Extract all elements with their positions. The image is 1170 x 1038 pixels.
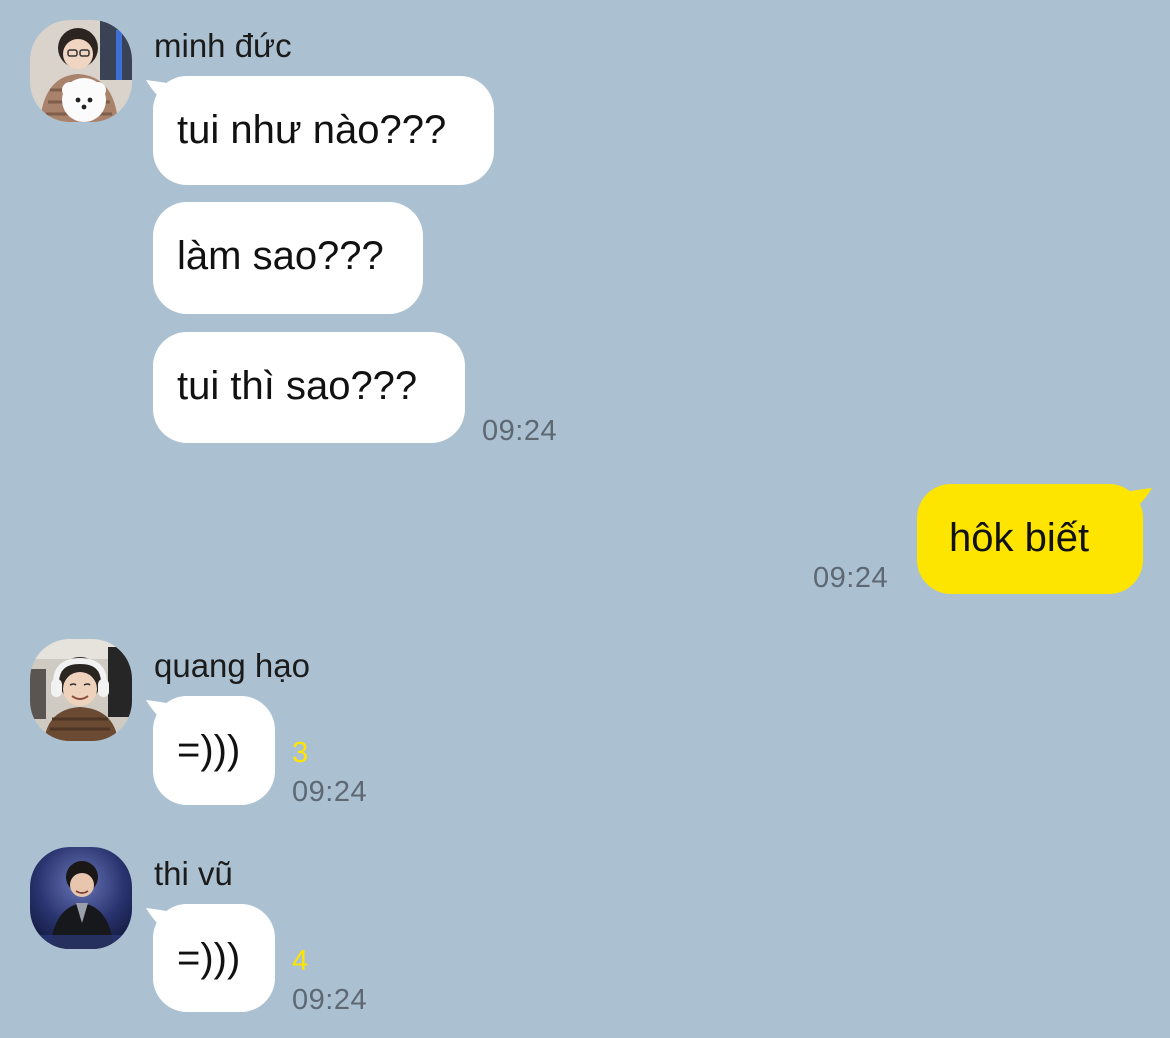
timestamp: 09:24 <box>292 776 368 808</box>
unread-count: 3 <box>292 737 309 769</box>
timestamp: 09:24 <box>813 562 889 594</box>
timestamp: 09:24 <box>292 984 368 1016</box>
sender-name: thi vũ <box>154 855 233 892</box>
sender-name: minh đức <box>154 27 292 64</box>
my-message-bubble[interactable]: hôk biết <box>917 484 1143 594</box>
sender-name: quang hạo <box>154 647 310 684</box>
message-bubble[interactable]: tui như nào??? <box>153 76 494 185</box>
user-photo-icon <box>30 20 132 122</box>
unread-count: 4 <box>292 945 309 977</box>
avatar-minh-duc[interactable] <box>30 20 132 122</box>
bubble-tail <box>1126 488 1152 514</box>
avatar-thi-vu[interactable] <box>30 847 132 949</box>
message-bubble[interactable]: =))) <box>153 904 275 1012</box>
message-bubble[interactable]: =))) <box>153 696 275 805</box>
avatar-quang-hao[interactable] <box>30 639 132 741</box>
timestamp: 09:24 <box>482 415 558 447</box>
chat-room: minh đức tui như nào??? làm sao??? tui t… <box>0 0 1170 1038</box>
message-bubble[interactable]: làm sao??? <box>153 202 423 314</box>
message-bubble[interactable]: tui thì sao??? <box>153 332 465 443</box>
user-photo-icon <box>30 847 132 949</box>
user-photo-icon <box>30 639 132 741</box>
